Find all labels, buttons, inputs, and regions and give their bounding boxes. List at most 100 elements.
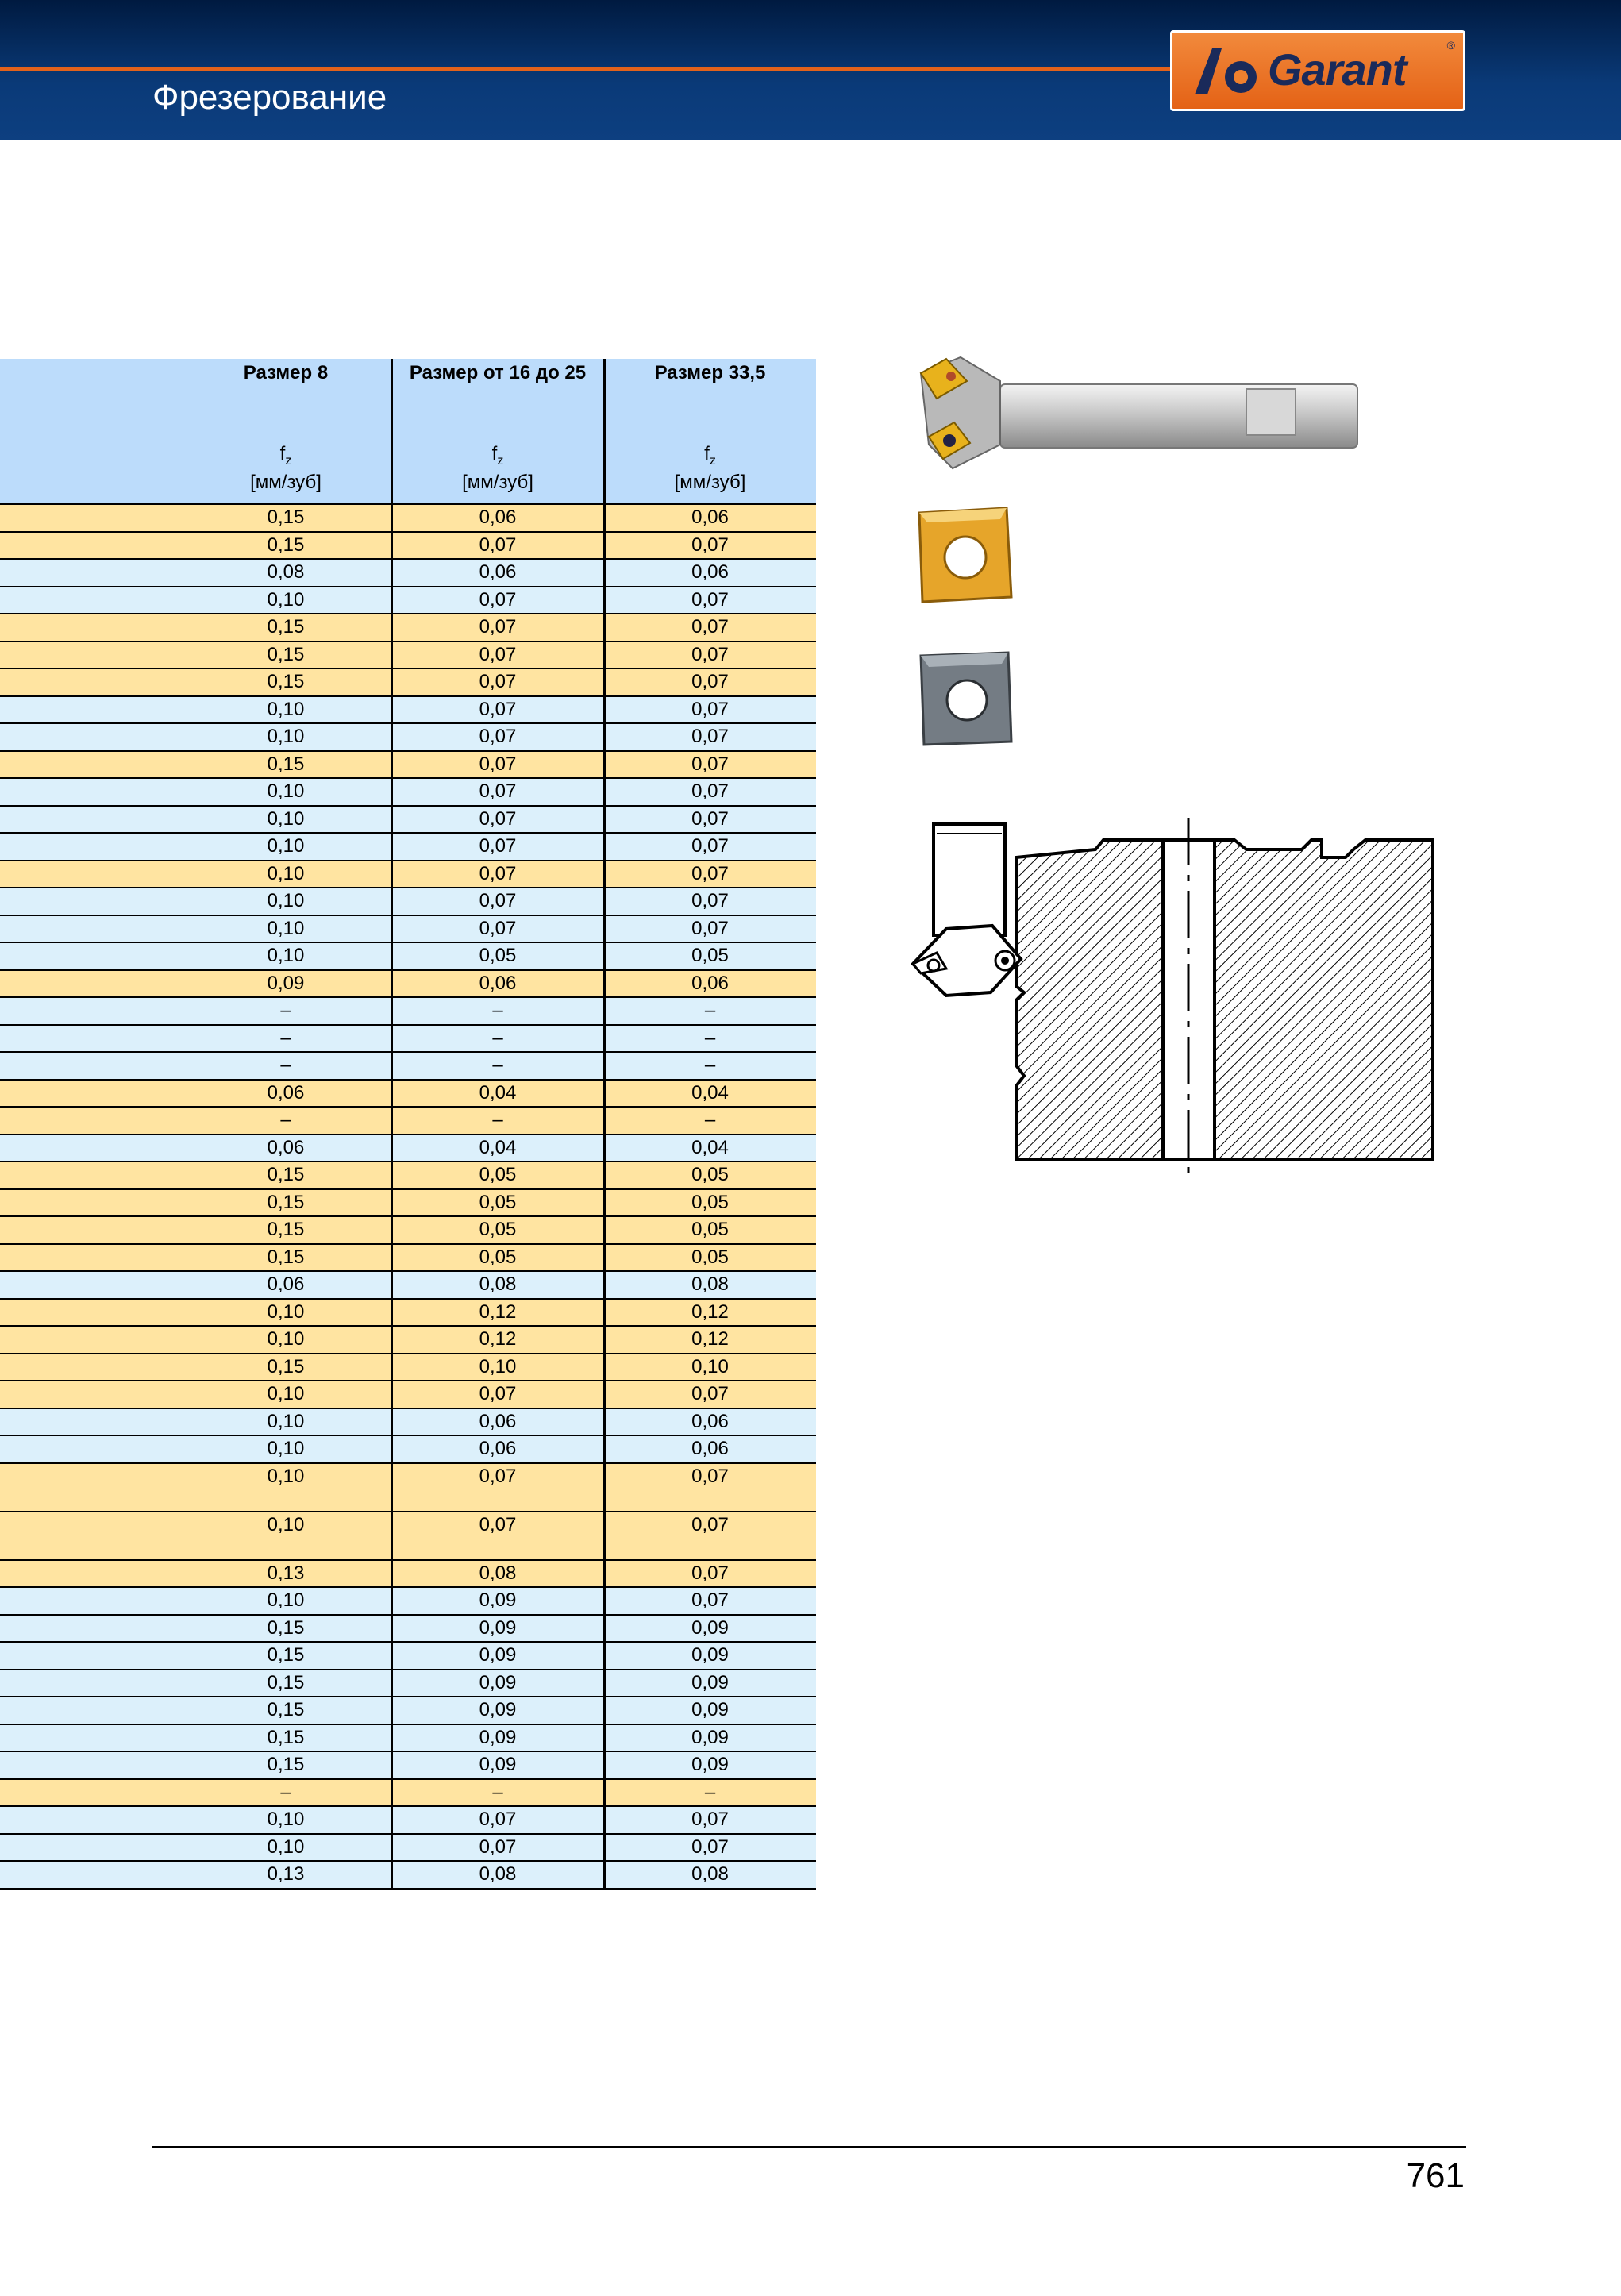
table-cell: 0,05 xyxy=(691,945,729,966)
table-cell: – xyxy=(704,1781,716,1803)
table-cell: 0,07 xyxy=(691,780,729,802)
table-row: 0,15 0,07 0,07 xyxy=(0,530,816,558)
garant-logo: Garant ® xyxy=(1170,30,1465,111)
table-row: 0,10 0,07 0,07 xyxy=(0,585,816,613)
section-title: Фрезерование xyxy=(152,78,387,117)
table-row: 0,10 0,12 0,12 xyxy=(0,1325,816,1353)
table-row: – – – xyxy=(0,1106,816,1134)
table-cell: 0,09 xyxy=(479,1726,517,1748)
garant-logo-icon xyxy=(1195,48,1257,94)
table-cell: – xyxy=(492,1000,503,1021)
table-cell: 0,07 xyxy=(479,616,517,638)
table-cell: 0,06 xyxy=(479,972,517,994)
table-row: 0,15 0,07 0,07 xyxy=(0,749,816,777)
table-row: 0,10 0,05 0,05 xyxy=(0,942,816,969)
header-col-size-16-25: Размер от 16 до 25 fz [мм/зуб] xyxy=(391,359,604,503)
table-cell: 0,10 xyxy=(267,1513,305,1535)
table-cell: 0,07 xyxy=(691,616,729,638)
feed-table: Размер 8 fz [мм/зуб] Размер от 16 до 25 … xyxy=(0,359,816,1890)
table-cell: 0,05 xyxy=(691,1191,729,1213)
table-row: 0,06 0,04 0,04 xyxy=(0,1078,816,1106)
table-cell: 0,09 xyxy=(691,1616,729,1639)
table-cell: 0,04 xyxy=(479,1136,517,1158)
table-cell: 0,07 xyxy=(691,588,729,611)
table-row: 0,15 0,09 0,09 xyxy=(0,1613,816,1641)
table-row: – – – xyxy=(0,1051,816,1079)
header-accent-line xyxy=(0,67,1175,71)
table-cell: 0,07 xyxy=(691,753,729,775)
table-cell: 0,07 xyxy=(691,1589,729,1611)
table-cell: 0,10 xyxy=(267,1836,305,1858)
table-cell: – xyxy=(492,1781,503,1803)
table-row: 0,10 0,07 0,07 xyxy=(0,1510,816,1559)
table-cell: 0,07 xyxy=(479,1836,517,1858)
table-cell: 0,10 xyxy=(267,698,305,720)
table-cell: – xyxy=(492,1109,503,1131)
column-unit-label: [мм/зуб] xyxy=(674,472,746,493)
table-cell: 0,10 xyxy=(267,945,305,966)
column-divider xyxy=(603,359,606,1890)
table-row: – – – xyxy=(0,1023,816,1051)
table-row: 0,08 0,06 0,06 xyxy=(0,558,816,586)
header-banner: Фрезерование Garant ® xyxy=(0,0,1621,140)
table-cell: 0,07 xyxy=(479,753,517,775)
table-cell: 0,06 xyxy=(479,507,517,528)
table-cell: 0,10 xyxy=(267,890,305,911)
table-cell: 0,10 xyxy=(267,835,305,857)
table-cell: 0,10 xyxy=(267,1328,305,1350)
table-cell: – xyxy=(704,1109,716,1131)
chamfer-mill-image xyxy=(919,356,1358,470)
table-cell: 0,07 xyxy=(479,534,517,556)
table-cell: 0,07 xyxy=(691,807,729,830)
table-cell: – xyxy=(280,1109,291,1131)
table-row: 0,10 0,07 0,07 xyxy=(0,859,816,887)
table-row: 0,15 0,05 0,05 xyxy=(0,1242,816,1270)
table-row: 0,10 0,07 0,07 xyxy=(0,1832,816,1860)
table-row: 0,10 0,07 0,07 xyxy=(0,914,816,942)
table-cell: 0,07 xyxy=(479,588,517,611)
table-cell: 0,06 xyxy=(691,1438,729,1459)
table-cell: – xyxy=(704,1054,716,1076)
table-cell: 0,04 xyxy=(691,1081,729,1104)
table-cell: 0,07 xyxy=(479,1465,517,1487)
table-cell: 0,15 xyxy=(267,1671,305,1693)
table-cell: 0,09 xyxy=(479,1616,517,1639)
table-cell: 0,08 xyxy=(691,1273,729,1295)
table-cell: 0,10 xyxy=(267,1589,305,1611)
table-cell: 0,07 xyxy=(691,1465,729,1487)
table-cell: – xyxy=(492,1054,503,1076)
table-cell: 0,09 xyxy=(479,1699,517,1720)
table-cell: 0,10 xyxy=(691,1355,729,1377)
table-cell: 0,06 xyxy=(691,507,729,528)
table-cell: 0,06 xyxy=(691,1410,729,1432)
table-row: 0,10 0,07 0,07 xyxy=(0,1805,816,1833)
table-cell: 0,15 xyxy=(267,1164,305,1185)
table-cell: 0,12 xyxy=(479,1328,517,1350)
table-row: 0,10 0,07 0,07 xyxy=(0,832,816,860)
table-row: 0,13 0,08 0,08 xyxy=(0,1860,816,1888)
table-cell: 0,10 xyxy=(267,1438,305,1459)
table-row: 0,15 0,09 0,09 xyxy=(0,1751,816,1778)
table-cell: 0,06 xyxy=(691,561,729,583)
table-cell: 0,15 xyxy=(267,1191,305,1213)
uncoated-insert-image xyxy=(919,651,1013,746)
table-cell: – xyxy=(280,1000,291,1021)
column-size-label: Размер от 16 до 25 xyxy=(409,362,587,383)
table-row: 0,15 0,09 0,09 xyxy=(0,1696,816,1724)
table-cell: 0,05 xyxy=(691,1219,729,1240)
table-cell: 0,09 xyxy=(479,1671,517,1693)
table-cell: 0,09 xyxy=(267,972,305,994)
table-cell: 0,08 xyxy=(691,1863,729,1885)
table-cell: 0,15 xyxy=(267,643,305,665)
table-cell: – xyxy=(704,1000,716,1021)
column-fz-label: fz xyxy=(491,443,504,468)
table-cell: 0,10 xyxy=(267,1809,305,1830)
table-cell: 0,15 xyxy=(267,1355,305,1377)
table-cell: – xyxy=(280,1027,291,1049)
table-row: 0,10 0,07 0,07 xyxy=(0,804,816,832)
table-cell: 0,05 xyxy=(479,1219,517,1240)
table-cell: 0,06 xyxy=(267,1136,305,1158)
table-cell: 0,15 xyxy=(267,1644,305,1666)
table-cell: 0,10 xyxy=(267,862,305,884)
table-cell: 0,04 xyxy=(691,1136,729,1158)
